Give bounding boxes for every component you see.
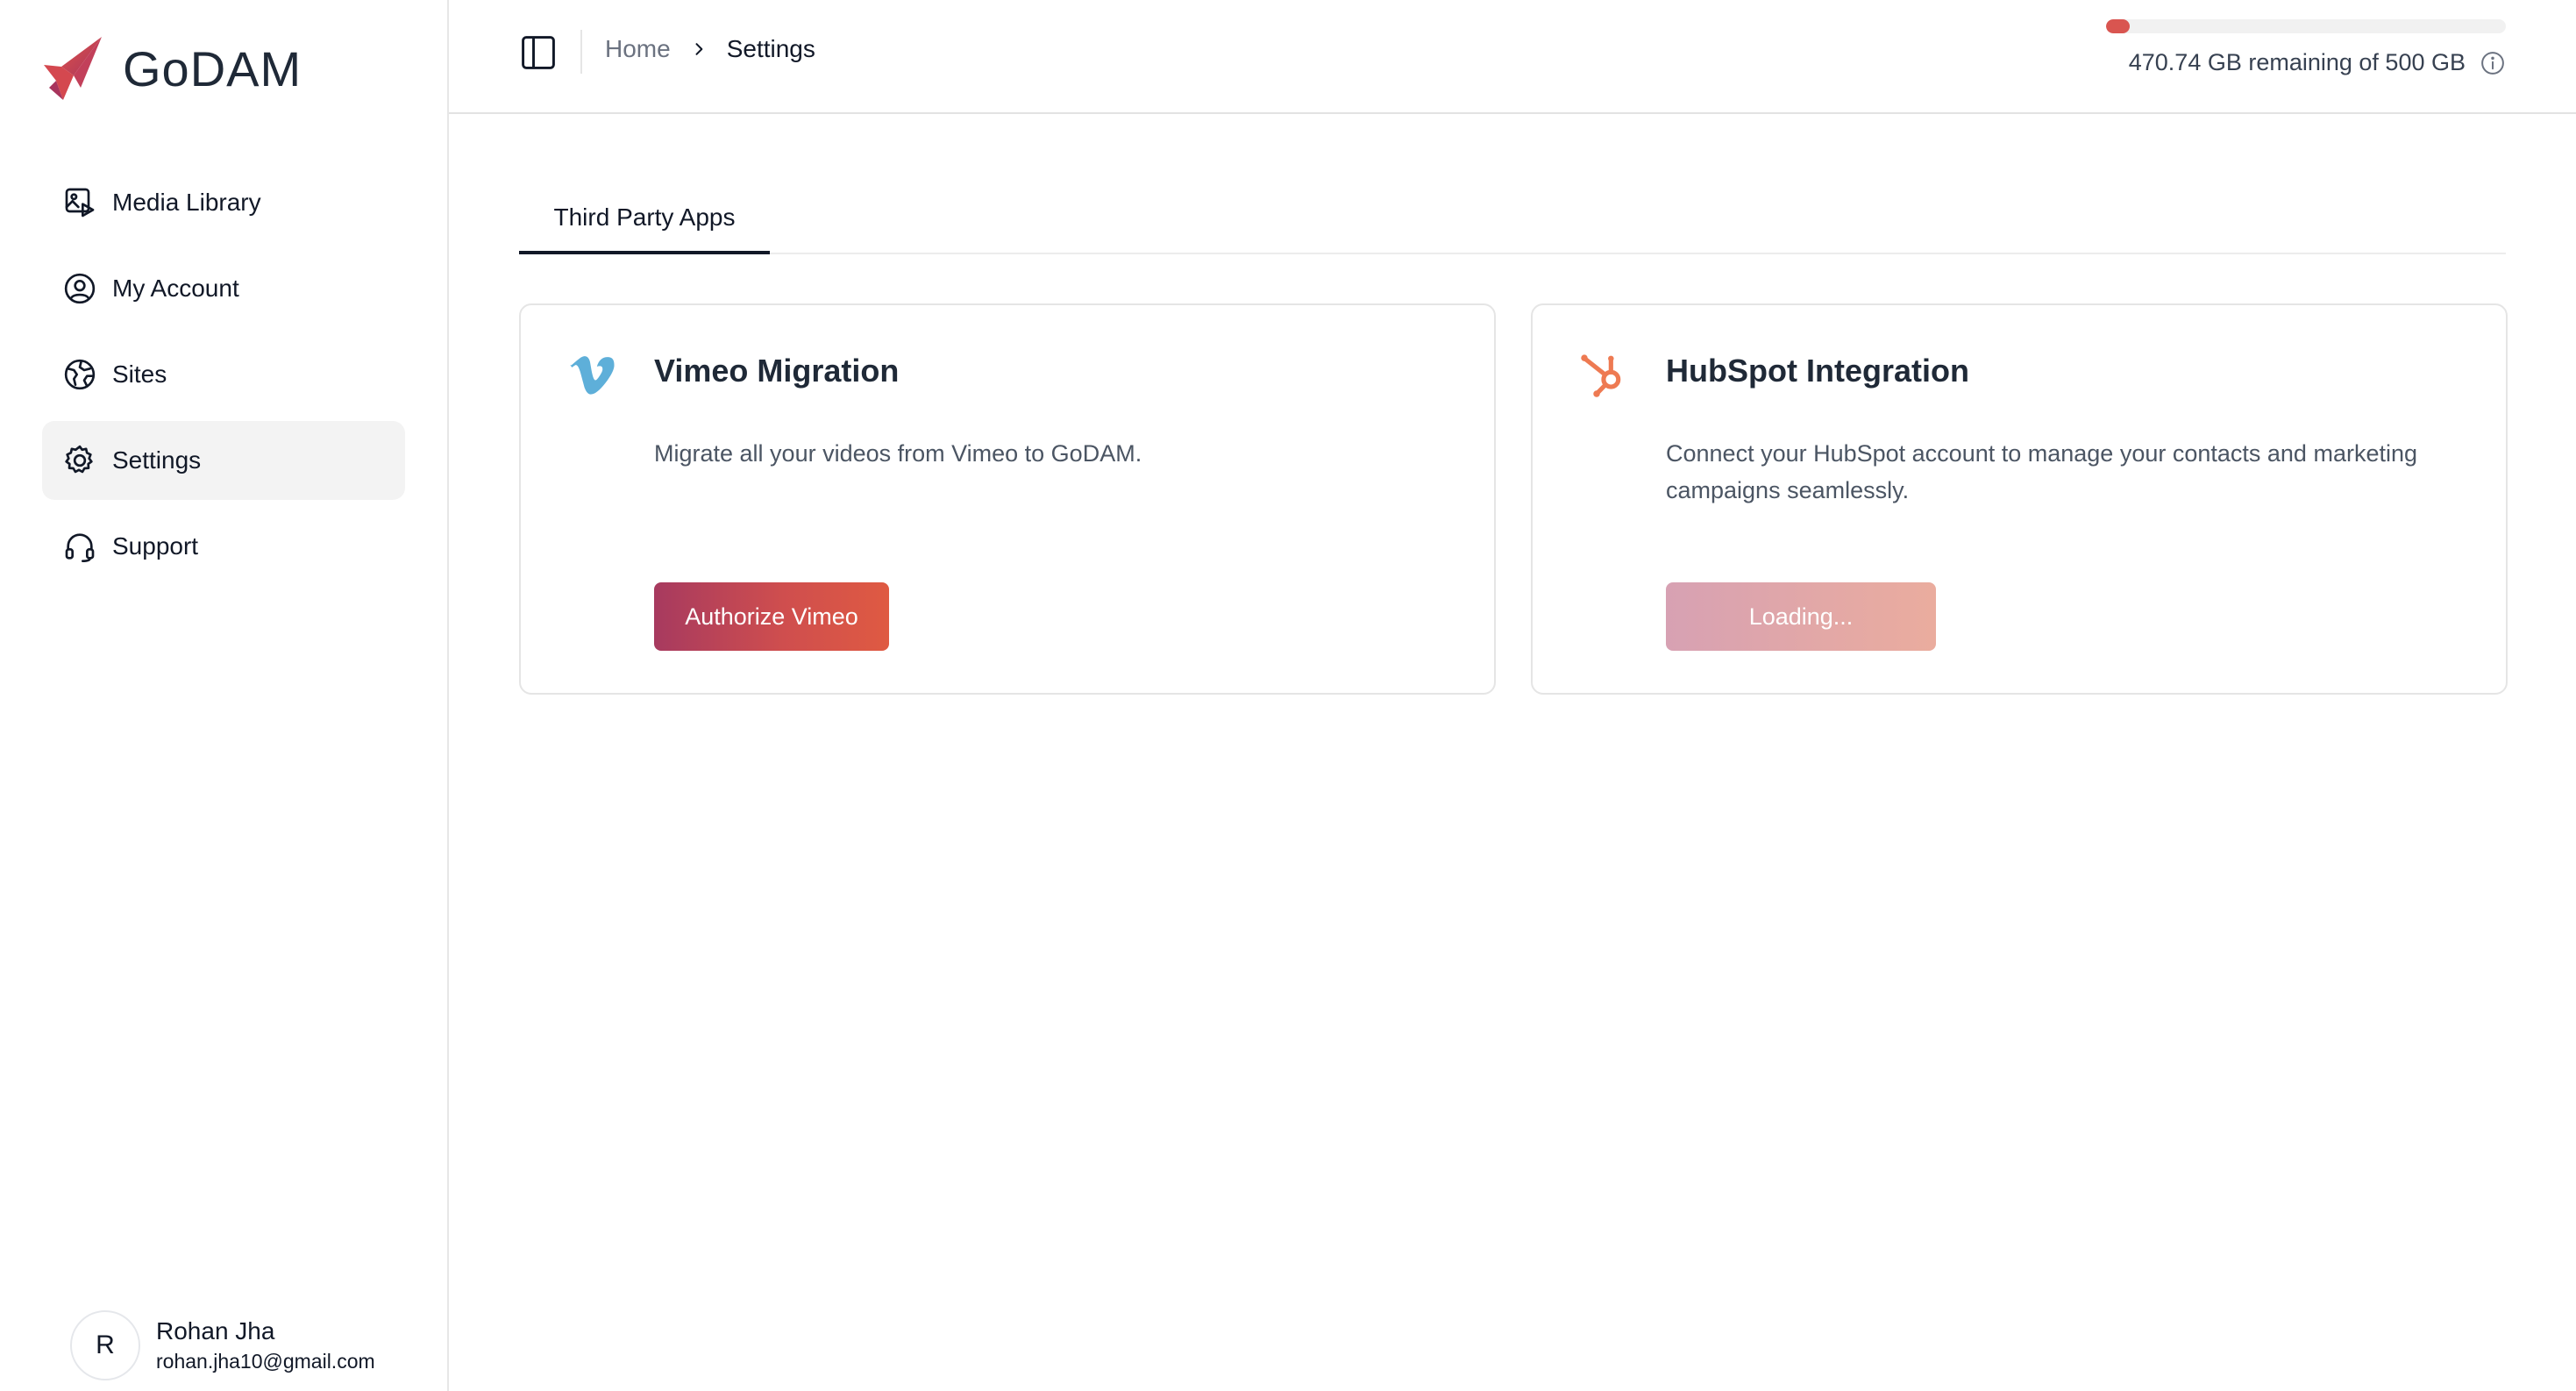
user-info: Rohan Jha rohan.jha10@gmail.com	[156, 1316, 375, 1375]
card-title: HubSpot Integration	[1666, 353, 1969, 389]
breadcrumb-home[interactable]: Home	[605, 35, 671, 63]
sidebar-nav: Media Library My Account Sites Settings …	[42, 163, 405, 593]
settings-tabs: Third Party Apps	[519, 184, 2506, 254]
sidebar-item-sites[interactable]: Sites	[42, 335, 405, 414]
storage-indicator: 470.74 GB remaining of 500 GB	[2106, 19, 2506, 76]
authorize-vimeo-button[interactable]: Authorize Vimeo	[654, 582, 889, 651]
sidebar-item-label: My Account	[112, 275, 239, 302]
gear-icon	[61, 442, 98, 479]
sidebar-toggle-icon[interactable]	[519, 33, 558, 72]
app-name: GoDAM	[123, 40, 302, 96]
user-circle-icon	[61, 270, 98, 307]
storage-bar	[2106, 19, 2506, 33]
logo[interactable]: GoDAM	[40, 35, 302, 102]
sidebar-item-settings[interactable]: Settings	[42, 421, 405, 500]
avatar: R	[70, 1310, 140, 1380]
vimeo-migration-card: Vimeo Migration Migrate all your videos …	[519, 303, 1496, 695]
chevron-right-icon	[695, 43, 703, 55]
top-header: Home Settings 470.74 GB remaining of 500…	[449, 0, 2576, 114]
globe-icon	[61, 356, 98, 393]
card-title: Vimeo Migration	[654, 353, 900, 389]
info-icon[interactable]	[2480, 50, 2506, 76]
hubspot-loading-button[interactable]: Loading...	[1666, 582, 1936, 651]
tab-third-party-apps[interactable]: Third Party Apps	[519, 184, 770, 254]
headset-icon	[61, 528, 98, 565]
sidebar: GoDAM Media Library My Account Sites Set…	[0, 0, 449, 1391]
storage-bar-fill	[2106, 19, 2130, 33]
header-divider	[580, 30, 582, 74]
user-email: rohan.jha10@gmail.com	[156, 1350, 375, 1373]
sidebar-item-label: Support	[112, 532, 199, 560]
sidebar-item-media-library[interactable]: Media Library	[42, 163, 405, 242]
vimeo-icon	[570, 356, 615, 395]
hubspot-integration-card: HubSpot Integration Connect your HubSpot…	[1531, 303, 2508, 695]
user-profile[interactable]: R Rohan Jha rohan.jha10@gmail.com	[70, 1310, 375, 1380]
godam-logo-icon	[44, 37, 102, 100]
hubspot-icon	[1581, 354, 1621, 397]
card-description: Migrate all your videos from Vimeo to Go…	[654, 440, 1142, 467]
sidebar-item-my-account[interactable]: My Account	[42, 249, 405, 328]
sidebar-item-label: Sites	[112, 360, 167, 388]
card-description: Connect your HubSpot account to manage y…	[1666, 440, 2417, 503]
sidebar-item-label: Media Library	[112, 189, 261, 216]
storage-text: 470.74 GB remaining of 500 GB	[2128, 49, 2466, 75]
user-name: Rohan Jha	[156, 1317, 275, 1345]
breadcrumb-current: Settings	[726, 35, 815, 62]
media-library-icon	[61, 184, 98, 221]
sidebar-item-support[interactable]: Support	[42, 507, 405, 586]
breadcrumb: Home Settings	[605, 35, 815, 63]
sidebar-item-label: Settings	[112, 446, 202, 474]
